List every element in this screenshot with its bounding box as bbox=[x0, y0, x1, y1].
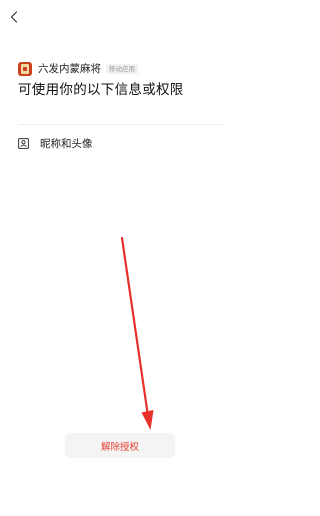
revoke-authorization-label: 解除授权 bbox=[100, 441, 139, 453]
permission-label: 昵称和头像 bbox=[40, 137, 93, 150]
revoke-authorization-button[interactable]: 解除授权 bbox=[65, 433, 175, 458]
app-name: 六发内蒙麻将 bbox=[38, 63, 101, 75]
permission-item-nickname-avatar: 昵称和头像 bbox=[18, 134, 225, 152]
page-title: 可使用你的以下信息或权限 bbox=[18, 82, 184, 98]
divider bbox=[18, 124, 225, 125]
user-portrait-icon bbox=[18, 137, 29, 149]
chevron-left-icon bbox=[10, 11, 18, 23]
app-type-badge: 移动应用 bbox=[106, 64, 138, 74]
back-button[interactable] bbox=[6, 8, 22, 26]
app-info: 六发内蒙麻将 移动应用 bbox=[18, 62, 138, 76]
mahjong-app-icon bbox=[18, 62, 32, 76]
